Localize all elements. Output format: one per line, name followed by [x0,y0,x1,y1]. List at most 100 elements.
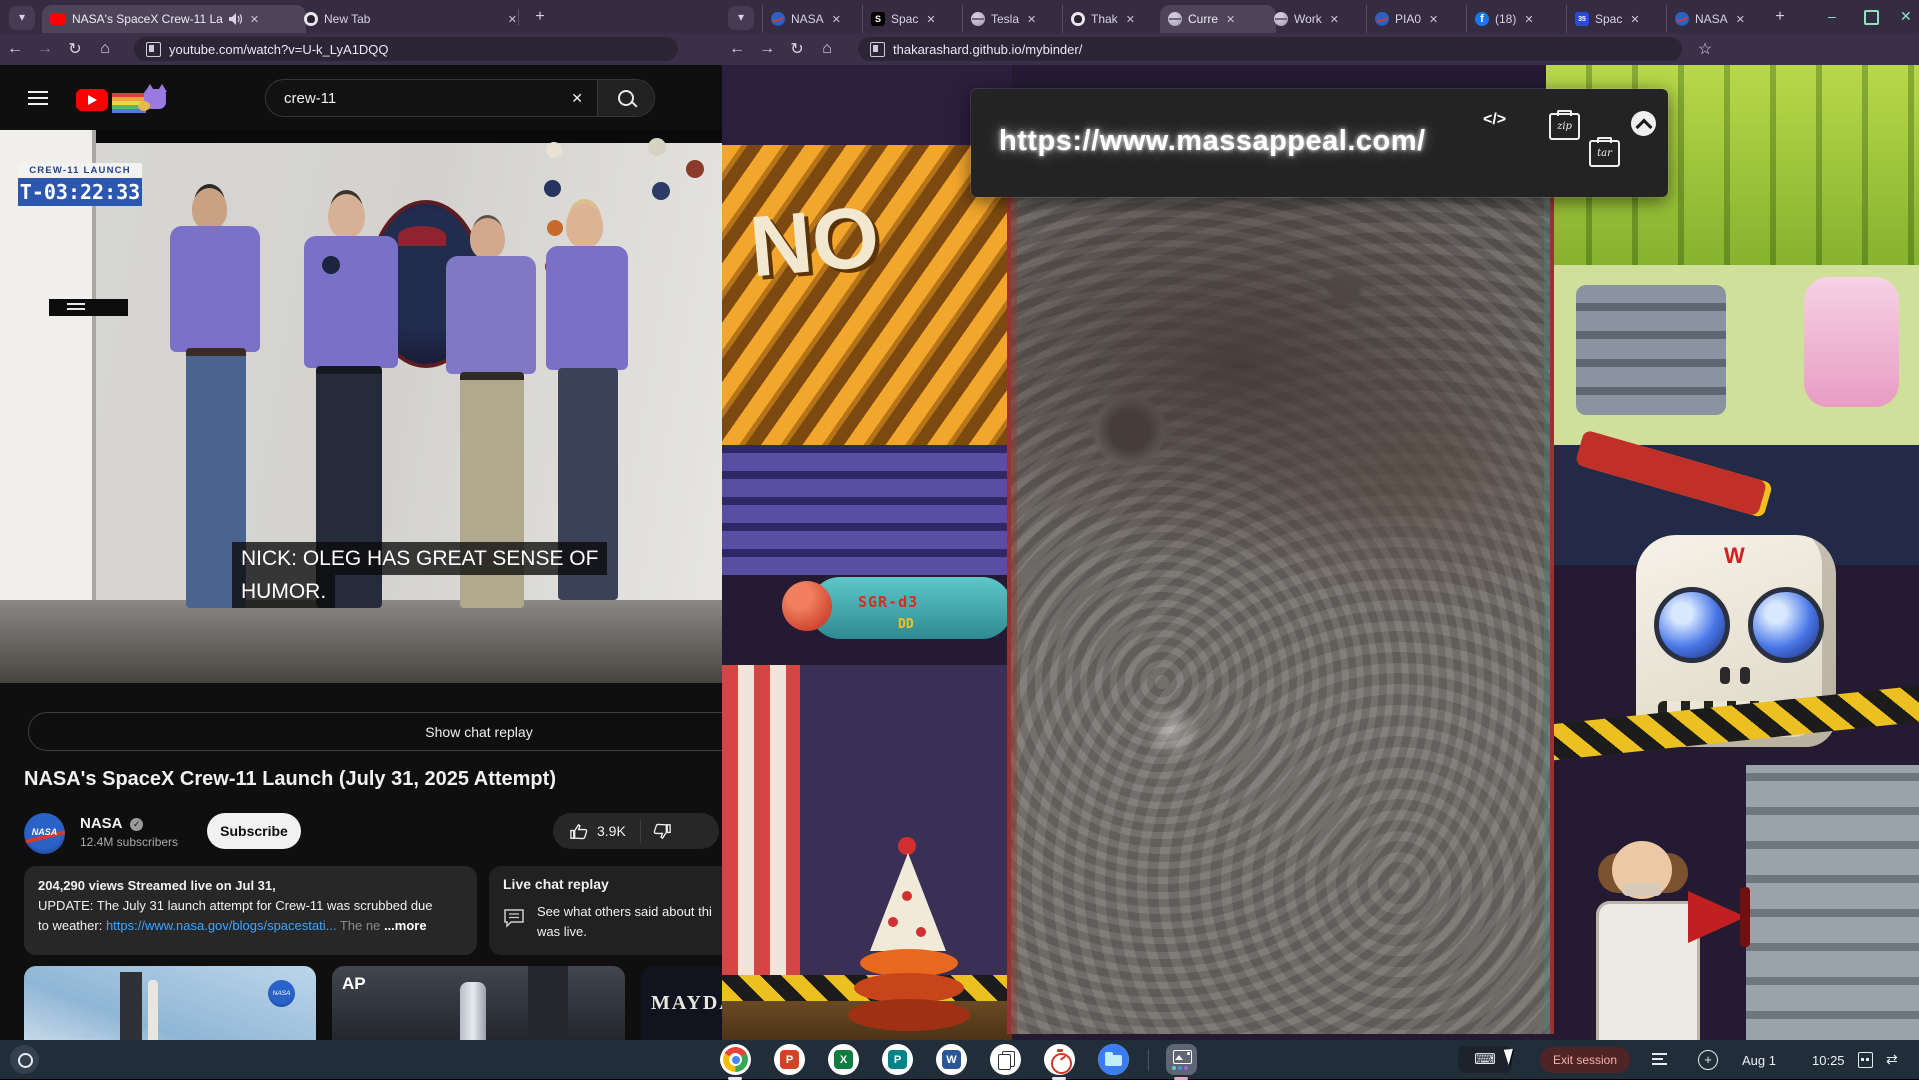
close-tab-icon[interactable]: ✕ [1628,13,1641,26]
close-tab-icon[interactable]: ✕ [1522,13,1535,26]
subscribe-button[interactable]: Subscribe [207,813,301,849]
tab-tesla[interactable]: Tesla ✕ [962,5,1071,33]
launcher-button[interactable] [10,1045,39,1074]
new-tab-button[interactable]: + [528,5,552,29]
close-tab-icon[interactable]: ✕ [830,13,843,26]
back-button[interactable]: ← [722,40,752,58]
close-tab-icon[interactable]: ✕ [1025,13,1038,26]
clown-cone [870,853,946,951]
tab-search-chevron-button[interactable]: ▾ [728,6,754,30]
calendar-grid-icon[interactable] [1858,1052,1873,1068]
download-tar-icon[interactable]: tar [1589,140,1620,167]
menu-hamburger-icon[interactable] [28,91,48,105]
shelf-clock[interactable]: 10:25 [1812,1053,1845,1068]
tab-youtube-video[interactable]: NASA's SpaceX Crew-11 La ✕ [42,5,306,33]
tab-search-chevron-button[interactable]: ▾ [9,6,35,30]
channel-name[interactable]: NASA ✓ [80,815,143,832]
tab-new-tab[interactable]: New Tab ✕ [296,5,527,33]
overlay-url-text[interactable]: https://www.massappeal.com/ [999,125,1426,158]
clown-dot [916,927,926,937]
tab-space-1[interactable]: S Spac ✕ [862,5,971,33]
close-tab-icon[interactable]: ✕ [1124,13,1137,26]
tar-label: tar [1597,148,1612,159]
tab-space-2[interactable]: 35 Spac ✕ [1566,5,1675,33]
close-tab-icon[interactable]: ✕ [1427,13,1440,26]
thumbs-up-icon[interactable] [569,822,588,841]
description-link[interactable]: https://www.nasa.gov/blogs/spacestati... [106,918,337,933]
tab-nasa-1[interactable]: NASA ✕ [762,5,871,33]
shelf-app-gallery[interactable] [1166,1044,1197,1075]
reload-button[interactable]: ↻ [782,39,812,59]
new-note-plus-icon[interactable]: + [1698,1050,1718,1070]
shelf-app-word[interactable]: W [936,1044,967,1075]
shelf-app-powerpoint[interactable]: P [774,1044,805,1075]
channel-avatar[interactable]: NASA [24,813,65,854]
shelf-date[interactable]: Aug 1 [1742,1053,1776,1068]
avatar-label: NASA [24,827,65,837]
minimize-button[interactable]: – [1828,8,1836,24]
site-info-icon[interactable] [870,42,885,57]
shelf-app-publisher[interactable]: P [882,1044,913,1075]
search-bar: ✕ [265,79,655,117]
home-button[interactable]: ⌂ [90,40,120,58]
thumbs-down-icon[interactable] [653,822,672,841]
more-button[interactable]: ...more [384,918,427,933]
tab-thakarashard[interactable]: Thak ✕ [1062,5,1171,33]
tab-work[interactable]: Work ✕ [1266,5,1374,33]
art-pipe-text2: DD [898,617,914,632]
mars-anaglyph-image[interactable] [1007,196,1554,1034]
close-tab-icon[interactable]: ✕ [1328,13,1341,26]
bookmark-star-icon[interactable]: ☆ [1690,39,1720,59]
live-chat-line2: was live. [537,924,587,939]
tab-nasa-2[interactable]: NASA ✕ [1666,5,1775,33]
search-button[interactable] [597,80,654,116]
close-tab-icon[interactable]: ✕ [924,13,937,26]
collapse-panel-button[interactable] [1631,111,1656,136]
shelf-app-chrome[interactable] [720,1044,751,1075]
show-chat-replay-button[interactable]: Show chat replay [28,712,722,751]
notification-list-icon[interactable] [1652,1053,1667,1065]
shelf-app-excel[interactable]: X [828,1044,859,1075]
new-tab-button[interactable]: + [1768,5,1792,29]
network-swap-icon[interactable]: ⇄ [1886,1051,1898,1068]
back-button[interactable]: ← [0,40,30,58]
person-head [192,188,227,230]
live-chat-replay-box[interactable]: Live chat replay See what others said ab… [489,866,722,955]
address-bar[interactable]: youtube.com/watch?v=U-k_LyA1DQQ [134,37,678,61]
description-box[interactable]: 204,290 views Streamed live on Jul 31, U… [24,866,477,955]
tab-facebook[interactable]: f (18) ✕ [1466,5,1575,33]
chevron-down-icon: ▾ [19,10,25,24]
reload-button[interactable]: ↻ [60,39,90,59]
close-tab-icon[interactable]: ✕ [1224,13,1237,26]
shelf-app-documents[interactable] [990,1044,1021,1075]
publisher-icon: P [888,1050,907,1069]
exit-session-button[interactable]: Exit session [1540,1047,1630,1073]
tab-current-active[interactable]: Curre ✕ [1160,5,1276,33]
close-window-button[interactable]: ✕ [1900,8,1912,25]
skull-mark: W [1724,543,1745,569]
show-chat-replay-label: Show chat replay [425,724,532,740]
art-pipe-ball [782,581,832,631]
closed-captions[interactable]: NICK: OLEG HAS GREAT SENSE OF HUMOR. [232,542,607,608]
home-button[interactable]: ⌂ [812,40,842,58]
shelf-app-files[interactable] [1098,1044,1129,1075]
tab-pia[interactable]: PIA0 ✕ [1366,5,1475,33]
forward-button[interactable]: → [752,40,782,58]
clear-search-icon[interactable]: ✕ [557,90,597,107]
verified-badge-icon: ✓ [130,818,143,831]
mybinder-page: NO SGR-d3 DD [722,65,1919,1079]
address-bar[interactable]: thakarashard.github.io/mybinder/ [858,37,1682,61]
countdown-clock: T-03:22:33 [18,178,142,206]
maximize-button[interactable] [1864,10,1879,25]
view-source-icon[interactable]: </> [1483,111,1506,129]
search-input[interactable] [266,90,557,107]
forward-button[interactable]: → [30,40,60,58]
download-zip-icon[interactable]: zip [1549,113,1580,140]
shelf-app-timer[interactable] [1044,1044,1075,1075]
youtube-logo[interactable] [76,89,108,111]
close-tab-icon[interactable]: ✕ [1734,13,1747,26]
close-tab-icon[interactable]: ✕ [248,13,261,26]
site-info-icon[interactable] [146,42,161,57]
right-tab-strip: ▾ NASA ✕ S Spac ✕ Tesla ✕ Thak ✕ Curre ✕ [722,0,1919,33]
video-player[interactable]: CREW-11 LAUNCH T-03:22:33 NICK: OLEG HAS… [0,130,722,683]
